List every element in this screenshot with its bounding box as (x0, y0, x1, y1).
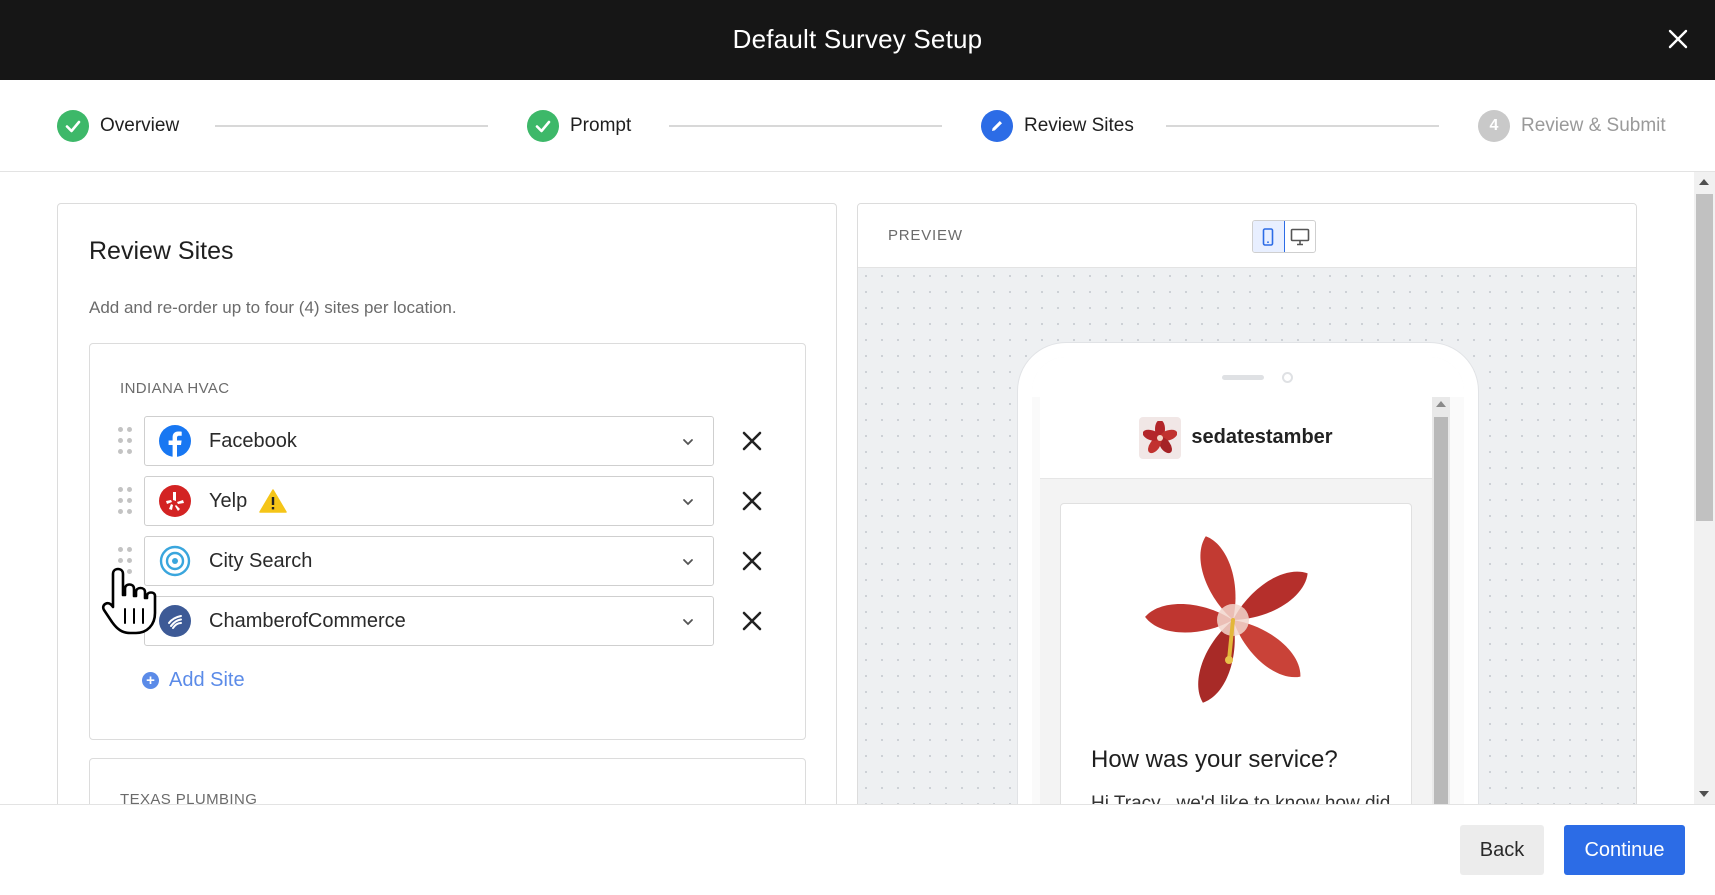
device-toggle (1252, 220, 1316, 253)
phone-speaker (1222, 375, 1264, 380)
location-name: INDIANA HVAC (120, 380, 230, 397)
drag-handle-icon[interactable] (118, 487, 134, 515)
survey-question: How was your service? (1091, 746, 1338, 773)
pencil-icon (981, 110, 1013, 142)
scroll-up-icon (1436, 401, 1446, 407)
chamberofcommerce-icon (159, 605, 191, 637)
citysearch-icon (159, 545, 191, 577)
remove-icon[interactable] (740, 609, 764, 633)
remove-icon[interactable] (740, 489, 764, 513)
modal-header: Default Survey Setup (0, 0, 1715, 80)
scroll-down-icon[interactable] (1699, 791, 1709, 797)
site-row: Facebook (118, 416, 762, 466)
chevron-down-icon (683, 439, 693, 446)
step-review-sites[interactable]: Review Sites (981, 110, 1134, 142)
site-row: City Search (118, 536, 762, 586)
site-row: ChamberofCommerce (118, 596, 762, 646)
site-select[interactable]: Yelp (144, 476, 714, 526)
mobile-icon (1262, 227, 1274, 246)
preview-label: PREVIEW (888, 227, 963, 244)
brand-logo (1139, 416, 1182, 459)
remove-icon[interactable] (740, 429, 764, 453)
drag-handle-icon[interactable] (118, 427, 134, 455)
site-select[interactable]: ChamberofCommerce (144, 596, 714, 646)
close-icon[interactable] (1665, 26, 1691, 52)
continue-button[interactable]: Continue (1564, 825, 1685, 875)
step-prompt[interactable]: Prompt (527, 110, 631, 142)
add-site-label: Add Site (169, 669, 245, 691)
add-site-button[interactable]: + Add Site (142, 669, 245, 692)
step-connector (1166, 125, 1439, 127)
site-name: ChamberofCommerce (209, 609, 406, 632)
scroll-thumb[interactable] (1696, 194, 1713, 521)
back-button[interactable]: Back (1460, 825, 1544, 875)
step-overview[interactable]: Overview (57, 110, 179, 142)
modal-footer: Back Continue (0, 804, 1715, 895)
desktop-icon (1290, 228, 1310, 245)
desktop-view-button[interactable] (1285, 221, 1316, 252)
site-row: Yelp (118, 476, 762, 526)
scroll-thumb[interactable] (1434, 417, 1448, 842)
site-name: Yelp (209, 489, 248, 512)
phone-notch (1032, 357, 1464, 397)
mobile-view-button[interactable] (1253, 221, 1285, 252)
warning-icon (259, 489, 287, 513)
hand-cursor-icon (101, 567, 157, 635)
preview-header: PREVIEW (858, 204, 1636, 268)
preview-panel: PREVIEW sedatestamber How was your servi… (857, 203, 1637, 843)
chevron-down-icon (683, 559, 693, 566)
phone-camera (1282, 372, 1293, 383)
phone-scrollbar[interactable] (1432, 397, 1450, 842)
facebook-icon (159, 425, 191, 457)
chevron-down-icon (683, 499, 693, 506)
step-review-submit[interactable]: 4 Review & Submit (1478, 110, 1666, 142)
site-select[interactable]: City Search (144, 536, 714, 586)
panel-title: Review Sites (89, 237, 234, 265)
site-name: Facebook (209, 429, 297, 452)
yelp-icon (159, 485, 191, 517)
modal-title: Default Survey Setup (732, 24, 983, 54)
step-number: 4 (1478, 110, 1510, 142)
preview-canvas: sedatestamber How was your service? (858, 268, 1636, 842)
phone-frame: sedatestamber How was your service? (1018, 343, 1478, 842)
flower-image (1145, 536, 1308, 703)
check-icon (57, 110, 89, 142)
main-scrollbar[interactable] (1694, 172, 1715, 804)
scroll-up-icon[interactable] (1699, 179, 1709, 185)
panel-description: Add and re-order up to four (4) sites pe… (89, 298, 457, 317)
check-icon (527, 110, 559, 142)
review-sites-panel: Review Sites Add and re-order up to four… (57, 203, 837, 843)
step-connector (215, 125, 488, 127)
step-label: Review Sites (1024, 115, 1134, 136)
survey-card: How was your service? Hi Tracy , we'd li… (1060, 503, 1412, 842)
chevron-down-icon (683, 619, 693, 626)
brand-header: sedatestamber (1040, 397, 1432, 479)
plus-circle-icon: + (142, 672, 159, 689)
location-group: INDIANA HVAC Facebook Yelp City Search C… (89, 343, 806, 740)
remove-icon[interactable] (740, 549, 764, 573)
step-connector (669, 125, 942, 127)
step-label: Overview (100, 115, 180, 136)
site-select[interactable]: Facebook (144, 416, 714, 466)
step-label: Review & Submit (1521, 115, 1666, 136)
brand-name: sedatestamber (1191, 426, 1333, 448)
site-name: City Search (209, 549, 313, 572)
step-label: Prompt (570, 115, 632, 136)
phone-screen: sedatestamber How was your service? (1040, 397, 1432, 842)
